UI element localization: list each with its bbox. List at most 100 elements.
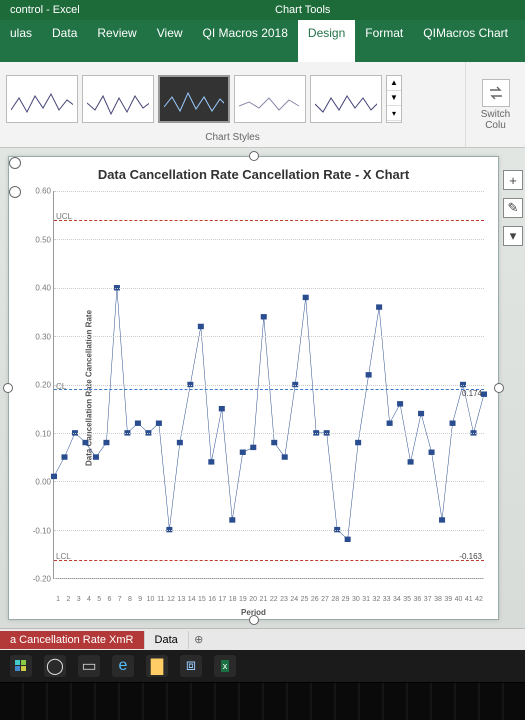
x-axis-label: Period <box>9 608 498 617</box>
chart-style-5[interactable] <box>310 75 382 123</box>
gridline <box>54 191 484 192</box>
gallery-scroller[interactable]: ▲ ▼ ▾ <box>386 75 402 123</box>
funnel-icon: ▾ <box>510 228 517 244</box>
task-view-button[interactable]: ▭ <box>78 655 100 677</box>
x-tick: 6 <box>104 596 114 603</box>
chart-style-2[interactable] <box>82 75 154 123</box>
data-point <box>408 459 414 464</box>
x-tick: 16 <box>207 596 217 603</box>
x-tick: 18 <box>228 596 238 603</box>
x-tick: 29 <box>340 596 350 603</box>
x-tick: 30 <box>351 596 361 603</box>
title-bar: control - Excel Chart Tools <box>0 0 525 20</box>
data-point <box>51 474 57 479</box>
tab-view[interactable]: View <box>147 20 193 62</box>
x-tick: 42 <box>474 596 484 603</box>
tab-data[interactable]: Data <box>42 20 87 62</box>
gridline <box>54 288 484 289</box>
chart-filters-button[interactable]: ▾ <box>503 226 523 246</box>
x-tick: 25 <box>299 596 309 603</box>
tab-design[interactable]: Design <box>298 20 355 62</box>
lcl-label: LCL <box>56 552 71 561</box>
explorer-button[interactable]: ▇ <box>146 655 168 677</box>
data-point <box>429 450 435 455</box>
x-tick: 22 <box>269 596 279 603</box>
tab-formulas[interactable]: ulas <box>0 20 42 62</box>
store-button[interactable]: ⧈ <box>180 655 202 677</box>
windows-icon <box>15 660 27 672</box>
tab-qimacros-chart[interactable]: QIMacros Chart <box>413 20 518 62</box>
tab-review[interactable]: Review <box>87 20 146 62</box>
sheet-tab-xmr[interactable]: a Cancellation Rate XmR <box>0 631 145 649</box>
x-tick: 15 <box>197 596 207 603</box>
y-tick: 0.20 <box>35 381 51 390</box>
physical-keyboard <box>0 682 525 720</box>
data-point <box>387 420 393 425</box>
chart-object[interactable]: Data Cancellation Rate Cancellation Rate… <box>8 156 499 620</box>
gridline <box>54 530 484 531</box>
gridline <box>54 239 484 240</box>
data-point <box>135 420 141 425</box>
x-tick: 4 <box>84 596 94 603</box>
scroll-up-icon[interactable]: ▲ <box>387 76 401 91</box>
ucl-label: UCL <box>56 212 72 221</box>
data-point <box>82 440 88 445</box>
tell-me-search[interactable]: Tell me what <box>518 20 525 62</box>
chart-style-3-selected[interactable] <box>158 75 230 123</box>
data-point <box>208 459 214 464</box>
plus-icon: + <box>509 173 517 188</box>
data-point <box>355 440 361 445</box>
chart-styles-button[interactable]: ✎ <box>503 198 523 218</box>
data-point <box>250 445 256 450</box>
resize-handle-left[interactable] <box>3 383 13 393</box>
data-point <box>418 411 424 416</box>
ucl-line <box>54 220 484 221</box>
edge-icon: e <box>119 657 128 675</box>
x-tick: 12 <box>166 596 176 603</box>
x-tick: 1 <box>53 596 63 603</box>
expand-gallery-icon[interactable]: ▾ <box>387 106 401 121</box>
x-tick: 37 <box>423 596 433 603</box>
data-point <box>240 450 246 455</box>
y-tick: 0.00 <box>35 478 51 487</box>
switch-row-column-button[interactable] <box>482 79 510 107</box>
data-point <box>219 406 225 411</box>
cl-line <box>54 389 484 390</box>
tab-format[interactable]: Format <box>355 20 413 62</box>
resize-handle-top[interactable] <box>249 151 259 161</box>
edge-button[interactable]: e <box>112 655 134 677</box>
data-point <box>103 440 109 445</box>
new-sheet-button[interactable]: ⊕ <box>189 633 209 646</box>
switch-row-column-group: Switch Colu <box>465 62 525 147</box>
resize-handle-right[interactable] <box>494 383 504 393</box>
x-tick: 41 <box>464 596 474 603</box>
chart-style-4[interactable] <box>234 75 306 123</box>
tab-qimacros-2018[interactable]: QI Macros 2018 <box>193 20 298 62</box>
chart-title[interactable]: Data Cancellation Rate Cancellation Rate… <box>9 157 498 186</box>
y-tick: 0.10 <box>35 429 51 438</box>
x-tick: 40 <box>453 596 463 603</box>
excel-button[interactable]: x <box>214 655 236 677</box>
ribbon: ▲ ▼ ▾ Chart Styles Switch Colu <box>0 62 525 148</box>
x-tick: 32 <box>371 596 381 603</box>
chart-style-1[interactable] <box>6 75 78 123</box>
worksheet-area: + ✎ ▾ Data Cancellation Rate Cancellatio… <box>0 148 525 628</box>
y-tick: -0.20 <box>33 575 51 584</box>
cortana-button[interactable]: ◯ <box>44 655 66 677</box>
x-tick: 10 <box>145 596 155 603</box>
spark-icon <box>87 88 149 118</box>
data-point <box>376 304 382 309</box>
start-button[interactable] <box>10 655 32 677</box>
windows-taskbar: ◯ ▭ e ▇ ⧈ x <box>0 650 525 682</box>
lcl-line <box>54 560 484 561</box>
spark-icon <box>164 87 224 117</box>
sheet-tab-data[interactable]: Data <box>145 631 189 649</box>
x-tick: 26 <box>310 596 320 603</box>
chart-elements-button[interactable]: + <box>503 170 523 190</box>
x-tick: 14 <box>186 596 196 603</box>
x-tick: 35 <box>402 596 412 603</box>
chart-styles-gallery: ▲ ▼ ▾ <box>0 62 465 129</box>
y-axis-ticks: 0.600.500.400.300.200.100.00-0.10-0.20 <box>27 191 51 579</box>
scroll-down-icon[interactable]: ▼ <box>387 91 401 106</box>
y-tick: 0.30 <box>35 332 51 341</box>
